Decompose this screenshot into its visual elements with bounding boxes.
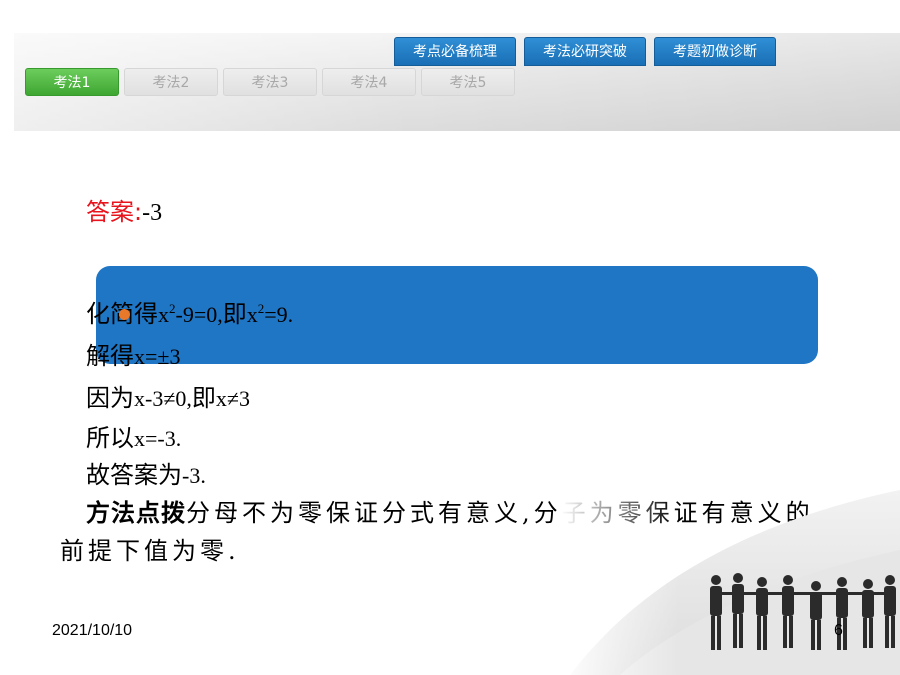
tab-key-points[interactable]: 考点必备梳理 <box>394 37 516 66</box>
equation: x2=9. <box>246 301 294 327</box>
page-number: 6 <box>834 622 843 639</box>
text: 因为 <box>86 384 134 412</box>
equation: x2-9=0, <box>158 301 223 327</box>
solution-line-2: 解得x=±3 <box>86 336 180 371</box>
method-tab-5[interactable]: 考法5 <box>421 68 515 96</box>
pointer-dot <box>119 309 130 320</box>
equation: x=±3 <box>134 344 181 369</box>
business-people-silhouette-image <box>560 470 900 675</box>
solution-line-4: 所以x=-3. <box>86 418 181 453</box>
solution-line-3: 因为x-3≠0,即x≠3 <box>86 378 250 413</box>
text: 即 <box>222 300 247 328</box>
equation: x-3≠0, <box>134 386 192 411</box>
tip-title: 方法点拨 <box>86 499 186 527</box>
footer-date: 2021/10/10 <box>52 622 133 639</box>
answer: 答案:-3 <box>86 192 162 227</box>
equation: x≠3 <box>215 386 250 411</box>
text: 解得 <box>86 342 134 370</box>
method-tab-3[interactable]: 考法3 <box>223 68 317 96</box>
solution-line-1: 化简得x2-9=0,即x2=9. <box>86 294 293 329</box>
text: 故答案为 <box>86 461 182 489</box>
method-tab-1[interactable]: 考法1 <box>25 68 119 96</box>
solution-line-5: 故答案为-3. <box>86 455 206 490</box>
equation: -3. <box>182 463 206 488</box>
text: 所以 <box>86 424 134 452</box>
method-tab-2[interactable]: 考法2 <box>124 68 218 96</box>
text: 即 <box>191 384 216 412</box>
answer-label: 答案: <box>86 198 143 226</box>
tab-initial-diagnosis[interactable]: 考题初做诊断 <box>654 37 776 66</box>
tab-method-breakthrough[interactable]: 考法必研突破 <box>524 37 646 66</box>
answer-value: -3 <box>142 200 163 226</box>
method-tab-4[interactable]: 考法4 <box>322 68 416 96</box>
equation: x=-3. <box>134 426 182 451</box>
